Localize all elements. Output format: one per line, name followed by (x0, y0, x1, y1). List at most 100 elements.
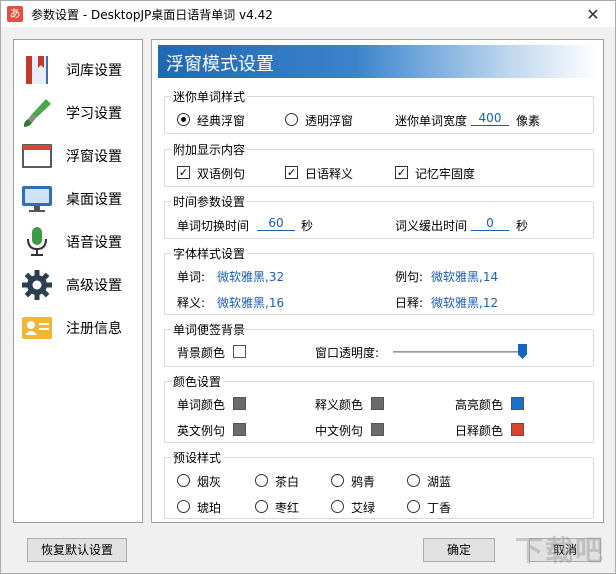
monitor-icon (22, 186, 52, 212)
opacity-label: 窗口透明度: (315, 346, 380, 360)
app-icon: あ (7, 6, 23, 22)
en-example-color-swatch[interactable] (233, 423, 246, 436)
preset-radio-7[interactable] (407, 500, 420, 513)
group-legend: 颜色设置 (173, 375, 222, 389)
sidebar-item-label: 语音设置 (66, 235, 122, 251)
preset-radio-0[interactable] (177, 474, 190, 487)
width-label: 迷你单词宽度 (395, 114, 468, 128)
sidebar: 词库设置 学习设置 浮窗设置 桌面设置 语音设置 高级设置 注册信息 (13, 39, 143, 523)
jp-def-color-label: 日释颜色 (455, 424, 504, 438)
delay-time-label: 词义缓出时间 (395, 219, 468, 233)
sidebar-item-desktop[interactable]: 桌面设置 (14, 179, 142, 219)
sticky-bg-group: 单词便签背景 背景颜色 窗口透明度: (164, 321, 594, 367)
preset-label: 琥珀 (197, 501, 222, 515)
microphone-icon (27, 227, 47, 256)
meaning-font-value[interactable]: 微软雅黑,16 (217, 294, 284, 311)
preset-radio-1[interactable] (255, 474, 268, 487)
window-icon (22, 144, 52, 168)
preset-label: 湖蓝 (427, 475, 452, 489)
switch-time-label: 单词切换时间 (177, 219, 250, 233)
extra-display-group: 附加显示内容 ✓ 双语例句 ✓ 日语释义 ✓ 记忆牢固度 (164, 141, 594, 187)
sidebar-item-voice[interactable]: 语音设置 (14, 222, 142, 262)
ok-button[interactable]: 确定 (423, 538, 495, 562)
preset-styles-group: 预设样式 烟灰 茶白 鸦青 湖蓝 琥珀 枣红 艾绿 丁香 (164, 449, 594, 519)
word-font-value[interactable]: 微软雅黑,32 (217, 268, 284, 285)
sidebar-item-label: 学习设置 (66, 106, 122, 122)
group-legend: 单词便签背景 (173, 323, 246, 337)
radio-transparent-label: 透明浮窗 (305, 114, 354, 128)
sidebar-item-library[interactable]: 词库设置 (14, 50, 142, 90)
preset-radio-3[interactable] (407, 474, 420, 487)
example-font-value[interactable]: 微软雅黑,14 (431, 268, 498, 285)
delay-time-unit: 秒 (516, 219, 529, 233)
sidebar-item-label: 桌面设置 (66, 192, 122, 208)
time-params-group: 时间参数设置 单词切换时间 60 秒 词义缓出时间 0 秒 (164, 193, 594, 239)
color-settings-group: 颜色设置 单词颜色 释义颜色 高亮颜色 英文例句 中文例句 日释颜色 (164, 373, 594, 443)
window-title: 参数设置 - DesktopJP桌面日语背单词 v4.42 (31, 7, 273, 22)
title-bar: あ 参数设置 - DesktopJP桌面日语背单词 v4.42 ✕ (1, 1, 615, 27)
switch-time-unit: 秒 (301, 219, 314, 233)
preset-label: 烟灰 (197, 475, 222, 489)
checkbox-bilingual-label: 双语例句 (197, 167, 246, 181)
font-style-group: 字体样式设置 单词: 微软雅黑,32 例句: 微软雅黑,14 释义: 微软雅黑,… (164, 245, 594, 315)
jp-def-font-label: 日释: (395, 296, 424, 310)
bg-color-label: 背景颜色 (177, 346, 226, 360)
close-button[interactable]: ✕ (571, 1, 615, 27)
book-icon (26, 56, 48, 84)
preset-radio-5[interactable] (255, 500, 268, 513)
example-font-label: 例句: (395, 270, 424, 284)
preset-label: 鸦青 (351, 475, 376, 489)
preset-radio-6[interactable] (331, 500, 344, 513)
width-input[interactable]: 400 (471, 111, 509, 126)
width-unit: 像素 (516, 114, 541, 128)
preset-radio-2[interactable] (331, 474, 344, 487)
restore-defaults-button[interactable]: 恢复默认设置 (27, 538, 127, 562)
group-legend: 附加显示内容 (173, 143, 246, 157)
word-color-label: 单词颜色 (177, 398, 226, 412)
sidebar-item-label: 高级设置 (66, 278, 122, 294)
cn-example-color-swatch[interactable] (371, 423, 384, 436)
meaning-color-label: 释义颜色 (315, 398, 364, 412)
brush-icon (23, 99, 51, 127)
preset-label: 艾绿 (351, 501, 376, 515)
sidebar-item-floatwindow[interactable]: 浮窗设置 (14, 136, 142, 176)
preset-radio-4[interactable] (177, 500, 190, 513)
sidebar-item-study[interactable]: 学习设置 (14, 93, 142, 133)
jp-def-font-value[interactable]: 微软雅黑,12 (431, 294, 498, 311)
panel-title: 浮窗模式设置 (166, 54, 274, 75)
meaning-color-swatch[interactable] (371, 397, 384, 410)
group-legend: 预设样式 (173, 451, 222, 465)
highlight-color-swatch[interactable] (511, 397, 524, 410)
sidebar-item-advanced[interactable]: 高级设置 (14, 265, 142, 305)
gear-icon (22, 270, 52, 300)
cn-example-color-label: 中文例句 (315, 424, 364, 438)
jp-def-color-swatch[interactable] (511, 423, 524, 436)
checkbox-bilingual[interactable]: ✓ (177, 166, 190, 179)
cancel-button[interactable]: 取消 (529, 538, 601, 562)
bg-color-swatch[interactable] (233, 345, 246, 358)
sidebar-item-register[interactable]: 注册信息 (14, 308, 142, 348)
word-color-swatch[interactable] (233, 397, 246, 410)
group-legend: 迷你单词样式 (173, 90, 246, 104)
delay-time-input[interactable]: 0 (471, 216, 509, 231)
checkbox-memory[interactable]: ✓ (395, 166, 408, 179)
panel-header: 浮窗模式设置 (158, 45, 598, 78)
en-example-color-label: 英文例句 (177, 424, 226, 438)
checkbox-japanese-def-label: 日语释义 (305, 167, 354, 181)
checkbox-japanese-def[interactable]: ✓ (285, 166, 298, 179)
sidebar-item-label: 浮窗设置 (66, 149, 122, 165)
radio-classic[interactable] (177, 113, 190, 126)
group-legend: 时间参数设置 (173, 195, 246, 209)
preset-label: 丁香 (427, 501, 452, 515)
sidebar-item-label: 词库设置 (66, 63, 122, 79)
word-font-label: 单词: (177, 270, 206, 284)
sidebar-item-label: 注册信息 (66, 321, 122, 337)
meaning-font-label: 释义: (177, 296, 206, 310)
switch-time-input[interactable]: 60 (257, 216, 295, 231)
radio-classic-label: 经典浮窗 (197, 114, 246, 128)
radio-transparent[interactable] (285, 113, 298, 126)
preset-label: 枣红 (275, 501, 300, 515)
opacity-slider-track[interactable] (393, 351, 527, 353)
checkbox-memory-label: 记忆牢固度 (415, 167, 476, 181)
opacity-slider-thumb[interactable] (518, 344, 527, 359)
